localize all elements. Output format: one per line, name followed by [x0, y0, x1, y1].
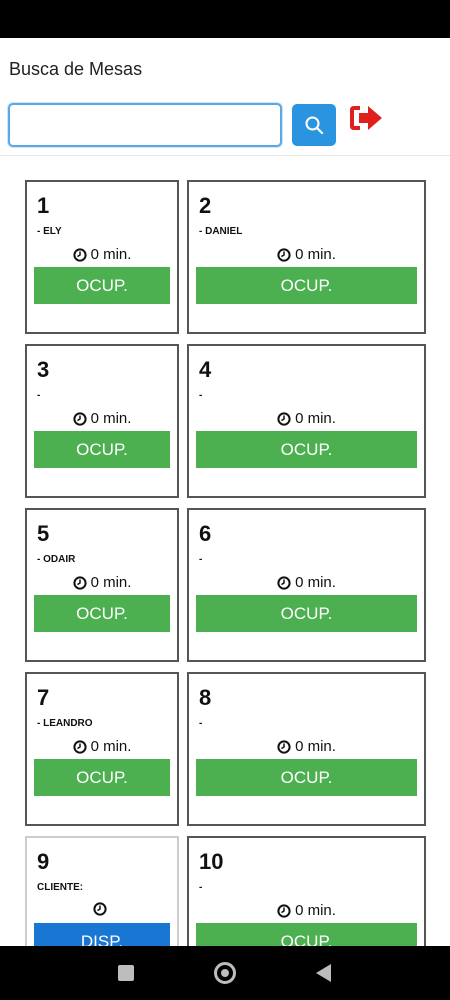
- table-card[interactable]: 3 - 0 min. OCUP.: [25, 344, 179, 498]
- table-timer: 0 min.: [189, 574, 424, 591]
- table-card[interactable]: 2 - DANIEL 0 min. OCUP.: [187, 180, 426, 334]
- table-card[interactable]: 4 - 0 min. OCUP.: [187, 344, 426, 498]
- table-card[interactable]: 8 - 0 min. OCUP.: [187, 672, 426, 826]
- table-card[interactable]: 6 - 0 min. OCUP.: [187, 508, 426, 662]
- status-occupied-button[interactable]: OCUP.: [196, 759, 417, 796]
- status-occupied-button[interactable]: OCUP.: [196, 923, 417, 946]
- table-client-name: -: [199, 882, 203, 893]
- page-title: Busca de Mesas: [9, 59, 143, 79]
- table-client-name: - LEANDRO: [37, 718, 93, 729]
- home-button[interactable]: [214, 962, 236, 984]
- table-timer-text: 0 min.: [90, 738, 132, 755]
- search-button[interactable]: [292, 104, 336, 146]
- table-number: 7: [37, 685, 50, 710]
- table-client-name: -: [199, 718, 203, 729]
- status-occupied-button[interactable]: OCUP.: [196, 431, 417, 468]
- clock-icon: [72, 247, 87, 262]
- table-card[interactable]: 10 - 0 min. OCUP.: [187, 836, 426, 946]
- status-bar: [0, 0, 450, 38]
- clock-icon: [72, 739, 87, 754]
- table-timer: 0 min.: [189, 246, 424, 263]
- table-client-name: - ODAIR: [37, 554, 76, 565]
- table-timer-text: 0 min.: [295, 902, 336, 919]
- clock-icon: [277, 411, 291, 426]
- table-timer: 0 min.: [27, 246, 177, 263]
- table-card[interactable]: 5 - ODAIR 0 min. OCUP.: [25, 508, 179, 662]
- status-occupied-button[interactable]: OCUP.: [196, 595, 417, 632]
- back-button[interactable]: [316, 964, 331, 982]
- table-timer: 0 min.: [27, 574, 177, 591]
- clock-icon: [93, 902, 107, 916]
- search-icon: [305, 116, 324, 135]
- status-occupied-button[interactable]: OCUP.: [34, 431, 170, 468]
- table-timer-text: 0 min.: [90, 410, 132, 427]
- table-timer-text: 0 min.: [295, 574, 336, 591]
- recent-apps-button[interactable]: [118, 965, 134, 981]
- clock-icon: [277, 575, 291, 590]
- table-client-name: - ELY: [37, 226, 62, 237]
- table-number: 6: [199, 521, 212, 546]
- status-available-button[interactable]: DISP.: [34, 923, 170, 946]
- table-timer: [27, 902, 177, 916]
- table-timer: 0 min.: [189, 902, 424, 919]
- table-number: 2: [199, 193, 212, 218]
- table-timer: 0 min.: [27, 410, 177, 427]
- table-timer-text: 0 min.: [295, 738, 336, 755]
- clock-icon: [277, 247, 291, 262]
- divider: [0, 155, 450, 156]
- table-card[interactable]: 7 - LEANDRO 0 min. OCUP.: [25, 672, 179, 826]
- table-timer: 0 min.: [189, 410, 424, 427]
- clock-icon: [277, 903, 291, 918]
- table-number: 10: [199, 849, 224, 874]
- logout-icon[interactable]: [347, 101, 385, 135]
- table-timer-text: 0 min.: [295, 410, 336, 427]
- table-number: 5: [37, 521, 50, 546]
- table-card[interactable]: 9 CLIENTE: DISP.: [25, 836, 179, 946]
- table-client-name: CLIENTE:: [37, 882, 84, 893]
- status-occupied-button[interactable]: OCUP.: [34, 595, 170, 632]
- table-client-name: - DANIEL: [199, 226, 243, 237]
- table-client-name: -: [199, 390, 203, 401]
- table-number: 1: [37, 193, 50, 218]
- table-number: 4: [199, 357, 212, 382]
- table-timer: 0 min.: [189, 738, 424, 755]
- clock-icon: [277, 739, 291, 754]
- table-number: 8: [199, 685, 212, 710]
- table-timer-text: 0 min.: [295, 246, 336, 263]
- status-occupied-button[interactable]: OCUP.: [196, 267, 417, 304]
- table-timer: 0 min.: [27, 738, 177, 755]
- table-timer-text: 0 min.: [90, 574, 132, 591]
- table-card[interactable]: 1 - ELY 0 min. OCUP.: [25, 180, 179, 334]
- app-screen: Busca de Mesas 1 - ELY 0 min. OCUP. 2 - DANIE…: [0, 38, 450, 946]
- status-occupied-button[interactable]: OCUP.: [34, 759, 170, 796]
- navigation-bar: [0, 946, 450, 1000]
- table-timer-text: 0 min.: [90, 246, 132, 263]
- table-number: 3: [37, 357, 50, 382]
- clock-icon: [72, 575, 87, 590]
- table-number: 9: [37, 849, 50, 874]
- status-occupied-button[interactable]: OCUP.: [34, 267, 170, 304]
- search-input[interactable]: [8, 103, 282, 147]
- table-client-name: -: [37, 390, 41, 401]
- clock-icon: [72, 411, 87, 426]
- table-client-name: -: [199, 554, 203, 565]
